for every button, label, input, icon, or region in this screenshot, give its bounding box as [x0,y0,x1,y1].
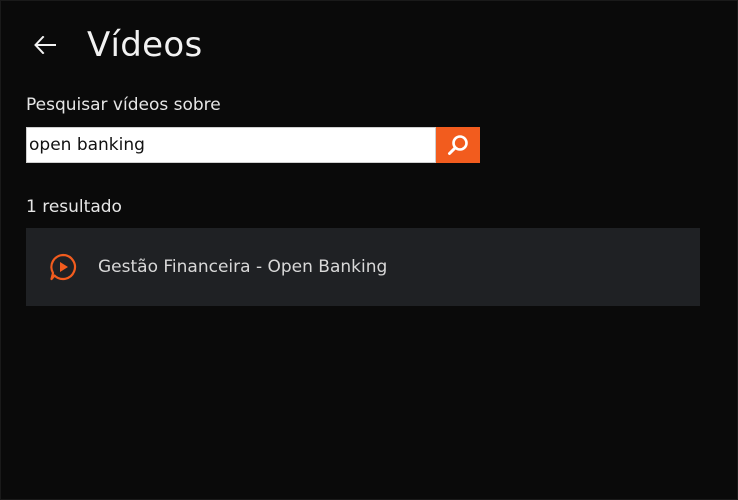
result-count: 1 resultado [26,197,122,217]
page-header: Vídeos [31,23,203,67]
result-item[interactable]: Gestão Financeira - Open Banking [26,228,700,306]
arrow-left-icon [34,36,56,54]
search-icon [448,135,468,155]
video-play-icon [48,252,78,282]
back-button[interactable] [31,31,59,59]
videos-page: Vídeos Pesquisar vídeos sobre 1 resultad… [0,0,738,500]
search-button[interactable] [436,127,480,163]
page-title: Vídeos [87,25,203,65]
search-input[interactable] [26,127,436,163]
result-title: Gestão Financeira - Open Banking [98,257,388,277]
search-bar [26,127,480,163]
search-label: Pesquisar vídeos sobre [26,95,221,115]
